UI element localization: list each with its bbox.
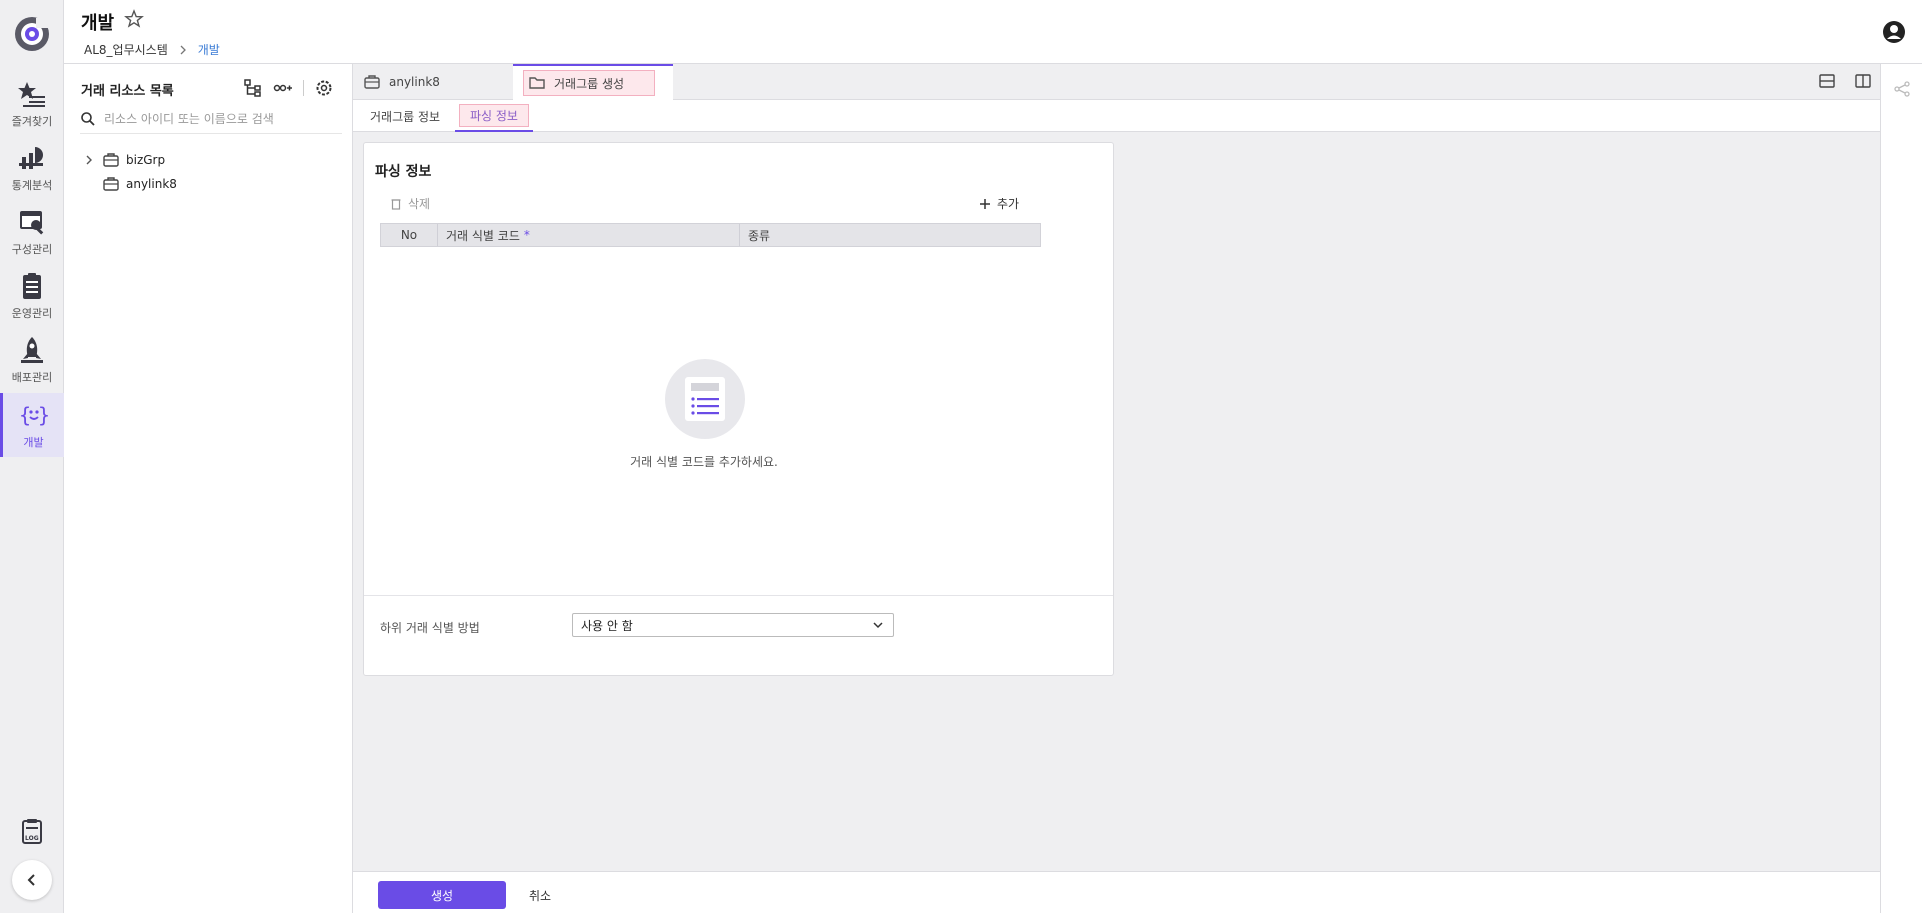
svg-text:{: {: [19, 403, 31, 427]
rail-label-deploy: 배포관리: [11, 371, 53, 384]
dev-icon: {}: [19, 403, 49, 427]
rail-item-config[interactable]: 구성관리: [0, 200, 64, 264]
trash-icon: [391, 198, 401, 210]
rail-item-deploy[interactable]: 배포관리: [0, 328, 64, 392]
breadcrumb: AL8_업무시스템 개발: [84, 41, 220, 58]
select-value: 사용 안 함: [581, 618, 633, 633]
rail-label-operations: 운영관리: [11, 307, 53, 320]
column-header-no[interactable]: No: [381, 224, 438, 246]
search-icon: [81, 111, 95, 126]
tab-anylink8[interactable]: anylink8: [353, 64, 513, 100]
rail-label-statistics: 통계분석: [11, 179, 53, 192]
tree-item-label: bizGrp: [126, 153, 166, 167]
split-horizontal-icon[interactable]: [1818, 72, 1836, 90]
add-node-icon[interactable]: [273, 78, 293, 98]
resource-search[interactable]: 리소스 아이디 또는 이름으로 검색: [80, 108, 342, 134]
operations-icon: [23, 273, 41, 299]
main-content: anylink8 거래그룹 생성 거래그룹 정보 파싱 정보 파싱 정보 삭제 …: [353, 64, 1880, 913]
app-logo-icon[interactable]: [12, 14, 52, 54]
toolbar-divider: [303, 80, 304, 96]
chevron-right-icon: [180, 45, 186, 54]
nav-rail: 즐겨찾기 통계분석 구성관리 운영관리 배포관리 {} 개발 LOG: [0, 0, 64, 913]
chevron-right-icon[interactable]: [82, 153, 96, 167]
add-label: 추가: [997, 197, 1020, 211]
tab-label: anylink8: [389, 75, 440, 89]
sub-tabbar: 거래그룹 정보 파싱 정보: [353, 100, 1880, 132]
empty-state-illustration: [665, 359, 745, 439]
document-list-icon: [685, 377, 725, 421]
statistics-icon: [19, 147, 43, 169]
card-title: 파싱 정보: [375, 164, 432, 180]
editor-tabbar: anylink8 거래그룹 생성: [353, 64, 1880, 100]
svg-text:}: }: [38, 403, 49, 427]
svg-text:LOG: LOG: [25, 835, 39, 842]
user-account-icon[interactable]: [1882, 20, 1906, 44]
rail-item-favorites[interactable]: 즐겨찾기: [0, 72, 64, 136]
subtab-label: 거래그룹 정보: [370, 109, 441, 124]
gear-icon[interactable]: [314, 78, 334, 98]
right-panel-rail: [1880, 64, 1922, 913]
briefcase-icon: [364, 75, 380, 89]
create-button[interactable]: 생성: [378, 881, 506, 909]
share-icon[interactable]: [1893, 80, 1911, 98]
cancel-button[interactable]: 취소: [529, 881, 551, 909]
star-icon[interactable]: [123, 8, 145, 30]
rail-label-config: 구성관리: [11, 243, 53, 256]
tree-structure-icon[interactable]: [243, 78, 263, 98]
rail-label-favorites: 즐겨찾기: [11, 115, 53, 128]
sidebar-title: 거래 리소스 목록: [81, 84, 174, 99]
log-icon[interactable]: LOG: [18, 818, 46, 846]
rail-item-statistics[interactable]: 통계분석: [0, 136, 64, 200]
search-placeholder[interactable]: 리소스 아이디 또는 이름으로 검색: [104, 110, 274, 127]
favorites-icon: [18, 82, 45, 107]
parsing-info-card: 파싱 정보 삭제 추가 No 거래 식별 코드 * 종류 거래 식별 코드를 추가…: [363, 142, 1114, 676]
tree-item-label: anylink8: [126, 177, 177, 191]
delete-button[interactable]: 삭제: [390, 195, 430, 212]
rail-label-dev: 개발: [23, 436, 44, 449]
tree-item-bizgrp[interactable]: bizGrp: [82, 148, 177, 172]
page-title: 개발: [81, 13, 115, 34]
tab-create-group[interactable]: 거래그룹 생성: [513, 64, 673, 100]
breadcrumb-item[interactable]: AL8_업무시스템: [84, 41, 168, 58]
briefcase-icon: [103, 153, 119, 167]
delete-label: 삭제: [408, 197, 431, 211]
empty-state-message: 거래 식별 코드를 추가하세요.: [630, 455, 778, 469]
collapse-nav-button[interactable]: [12, 860, 52, 900]
action-footer: 생성 취소: [353, 871, 1880, 913]
column-header-code[interactable]: 거래 식별 코드 *: [438, 224, 740, 246]
tab-label: 거래그룹 생성: [554, 76, 625, 91]
folder-icon: [529, 77, 545, 89]
add-button[interactable]: 추가: [979, 195, 1019, 212]
split-vertical-icon[interactable]: [1854, 72, 1872, 90]
resource-tree: bizGrp anylink8: [82, 148, 177, 196]
plus-icon: [980, 198, 990, 209]
tree-item-anylink8[interactable]: anylink8: [82, 172, 177, 196]
divider: [364, 595, 1113, 596]
briefcase-icon: [103, 177, 119, 191]
rail-item-dev[interactable]: {} 개발: [0, 393, 64, 457]
chevron-left-icon: [27, 874, 35, 886]
required-marker: *: [523, 228, 530, 242]
sub-identify-method-label: 하위 거래 식별 방법: [380, 621, 480, 635]
config-icon: [20, 211, 44, 235]
column-header-kind[interactable]: 종류: [740, 224, 1040, 246]
subtab-group-info[interactable]: 거래그룹 정보: [370, 100, 440, 132]
sub-identify-method-select[interactable]: 사용 안 함: [572, 613, 894, 637]
resource-sidebar: 거래 리소스 목록 리소스 아이디 또는 이름으로 검색 bizGrp anyl…: [64, 64, 417, 913]
subtab-label: 파싱 정보: [459, 103, 529, 127]
subtab-parsing-info[interactable]: 파싱 정보: [455, 100, 533, 132]
deploy-icon: [21, 337, 43, 363]
rail-item-operations[interactable]: 운영관리: [0, 264, 64, 328]
code-table-header: No 거래 식별 코드 * 종류: [380, 223, 1041, 247]
breadcrumb-current[interactable]: 개발: [198, 41, 220, 58]
layout-controls: [1818, 72, 1872, 90]
page-header: 개발 AL8_업무시스템 개발: [64, 0, 1922, 64]
chevron-down-icon: [873, 622, 883, 629]
sidebar-toolbar: [243, 78, 334, 98]
